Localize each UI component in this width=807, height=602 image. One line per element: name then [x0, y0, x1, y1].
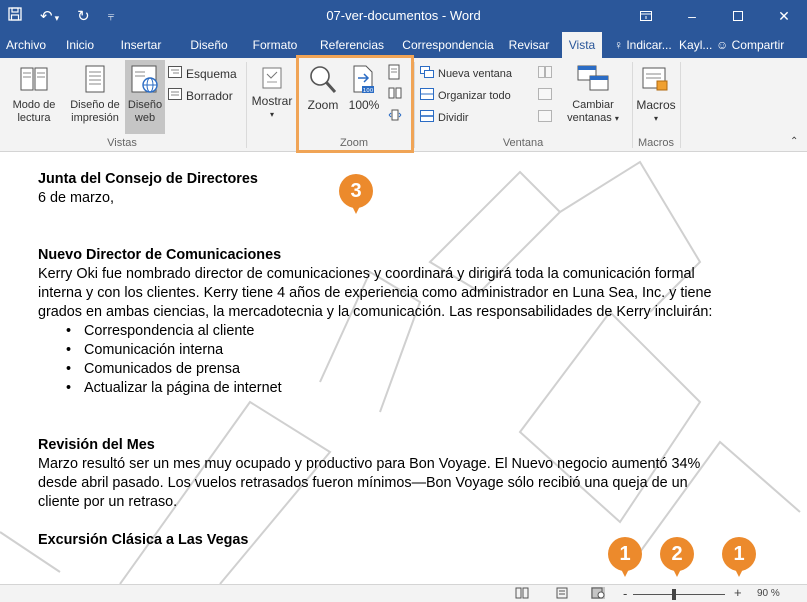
macros-button[interactable]: Macros ▾	[636, 64, 676, 125]
group-separator	[632, 62, 633, 148]
dropdown-arrow-icon: ▾	[614, 114, 619, 123]
ribbon-display-options-icon[interactable]	[623, 0, 669, 32]
reset-window-position-button[interactable]	[538, 110, 552, 125]
share-button[interactable]: ☺ Compartir	[716, 32, 784, 58]
lightbulb-icon: ♀	[614, 38, 623, 52]
list-item: Comunicados de prensa	[66, 360, 778, 379]
tab-archivo[interactable]: Archivo	[0, 32, 52, 58]
zoom-out-button[interactable]: -	[623, 586, 627, 601]
arrange-all-icon	[420, 88, 434, 103]
new-window-button[interactable]: Nueva ventana	[420, 66, 512, 81]
zoom-slider-thumb[interactable]	[672, 589, 677, 600]
view-side-by-side-button[interactable]	[538, 66, 552, 81]
document-body[interactable]: Junta del Consejo de Directores 6 de mar…	[38, 170, 778, 550]
doc-paragraph-line: Marzo resultó ser un mes muy ocupado y p…	[38, 456, 701, 472]
person-icon: ☺	[716, 38, 729, 52]
doc-paragraph-line: desde abril pasado. Los vuelos retrasado…	[38, 475, 688, 491]
tab-inicio[interactable]: Inicio	[54, 32, 106, 58]
outline-button[interactable]: Esquema	[168, 66, 237, 81]
maximize-icon[interactable]	[715, 0, 761, 32]
draft-button[interactable]: Borrador	[168, 88, 233, 103]
status-bar: - + 90 %	[0, 584, 807, 602]
tell-me-search[interactable]: ♀ Indicar... Kayl...	[614, 32, 712, 58]
tab-diseno[interactable]: Diseño	[177, 32, 241, 58]
group-separator	[414, 62, 415, 148]
show-button[interactable]: Mostrar ▾	[250, 66, 294, 121]
side-by-side-icon	[538, 66, 552, 81]
close-icon[interactable]: ✕	[761, 0, 807, 32]
tab-revisar[interactable]: Revisar	[503, 32, 555, 58]
doc-heading: Junta del Consejo de Directores	[38, 171, 258, 187]
split-icon	[420, 110, 434, 125]
dropdown-arrow-icon: ▾	[269, 110, 274, 119]
draft-icon	[168, 88, 182, 103]
web-layout-button[interactable]: Diseño web	[125, 60, 165, 134]
zoom-group-highlight	[296, 55, 414, 153]
tab-insertar[interactable]: Insertar	[108, 32, 174, 58]
list-item: Actualizar la página de internet	[66, 379, 778, 398]
list-item: Comunicación interna	[66, 341, 778, 360]
outline-icon	[168, 66, 182, 81]
print-layout-button[interactable]: Diseño de impresión	[66, 64, 124, 125]
callout-marker: 2	[660, 537, 694, 577]
read-mode-icon	[19, 64, 49, 96]
switch-windows-button[interactable]: Cambiar ventanas ▾	[562, 64, 624, 125]
zoom-level[interactable]: 90 %	[757, 588, 780, 599]
group-separator	[246, 62, 247, 148]
arrange-all-button[interactable]: Organizar todo	[420, 88, 511, 103]
minimize-icon[interactable]: –	[669, 0, 715, 32]
window-controls: – ✕	[623, 0, 807, 32]
group-label-ventana: Ventana	[502, 137, 544, 149]
print-layout-icon	[82, 64, 108, 96]
doc-heading: Nuevo Director de Comunicaciones	[38, 247, 282, 263]
collapse-ribbon-icon[interactable]: ⌃	[790, 136, 798, 147]
group-label-vistas: Vistas	[107, 137, 137, 149]
new-window-icon	[420, 66, 434, 81]
read-mode-view-icon[interactable]	[515, 587, 529, 599]
web-layout-view-icon[interactable]	[591, 587, 605, 599]
doc-paragraph-line: Kerry Oki fue nombrado director de comun…	[38, 266, 695, 282]
list-item: Correspondencia al cliente	[66, 322, 778, 341]
callout-marker: 1	[722, 537, 756, 577]
zoom-in-button[interactable]: +	[734, 585, 742, 600]
macros-icon	[641, 64, 671, 96]
doc-date: 6 de marzo,	[38, 190, 114, 206]
callout-marker: 3	[339, 174, 373, 214]
group-label-macros: Macros	[637, 137, 675, 149]
doc-paragraph-line: interna y con los clientes. Kerry tiene …	[38, 285, 712, 301]
read-mode-button[interactable]: Modo de lectura	[2, 64, 66, 125]
sync-scroll-icon	[538, 88, 552, 103]
tab-vista[interactable]: Vista	[562, 32, 602, 58]
user-name[interactable]: Kayl...	[679, 38, 712, 52]
group-separator	[680, 62, 681, 148]
web-layout-icon	[130, 64, 160, 96]
callout-marker: 1	[608, 537, 642, 577]
reset-window-icon	[538, 110, 552, 125]
show-icon	[261, 66, 283, 92]
synchronous-scrolling-button[interactable]	[538, 88, 552, 103]
title-bar: ↶ ▾ ↻ ⫧ 07-ver-documentos - Word – ✕	[0, 0, 807, 32]
doc-heading: Revisión del Mes	[38, 437, 155, 453]
zoom-slider[interactable]	[633, 594, 725, 595]
switch-windows-icon	[576, 64, 610, 96]
dropdown-arrow-icon: ▾	[653, 114, 658, 123]
split-button[interactable]: Dividir	[420, 110, 469, 125]
doc-bullet-list: Correspondencia al cliente Comunicación …	[66, 322, 778, 398]
doc-paragraph-line: cliente por un retraso.	[38, 494, 178, 510]
doc-paragraph-line: grados en ambas ciencias, la mercadotecn…	[38, 304, 713, 320]
print-layout-view-icon[interactable]	[555, 587, 569, 599]
